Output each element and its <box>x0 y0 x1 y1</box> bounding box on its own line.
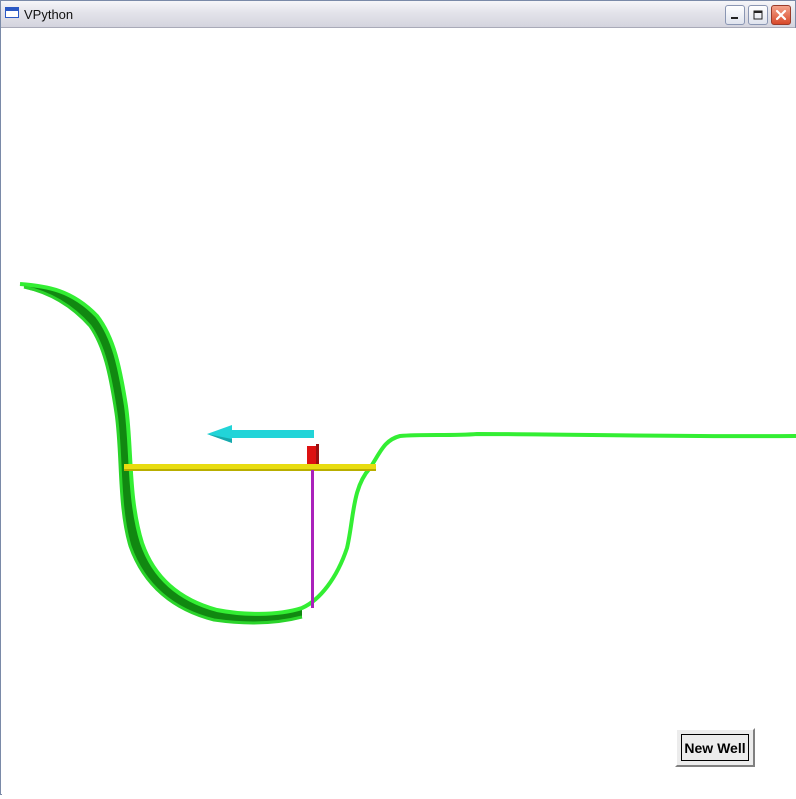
new-well-button[interactable]: New Well <box>675 728 755 767</box>
title-bar[interactable]: VPython <box>1 1 795 28</box>
vpython-window: VPython New Well <box>0 0 796 795</box>
new-well-label: New Well <box>681 734 749 761</box>
particle-block <box>307 446 316 464</box>
potential-well-inner-edge <box>23 285 303 625</box>
minimize-button[interactable] <box>725 5 745 25</box>
velocity-arrow-shaft <box>230 430 314 438</box>
well-side-face <box>20 284 302 624</box>
close-icon <box>775 9 787 21</box>
scene-svg <box>19 282 796 625</box>
maximize-button[interactable] <box>748 5 768 25</box>
window-icon[interactable] <box>5 7 19 18</box>
energy-level-bar-shadow <box>124 469 376 471</box>
minimize-icon <box>731 17 738 19</box>
maximize-icon <box>753 10 763 20</box>
window-title: VPython <box>24 7 74 22</box>
particle-block-side <box>316 444 319 464</box>
vpython-scene-canvas[interactable] <box>2 28 796 795</box>
close-button[interactable] <box>771 5 791 25</box>
probe-line <box>311 470 314 608</box>
